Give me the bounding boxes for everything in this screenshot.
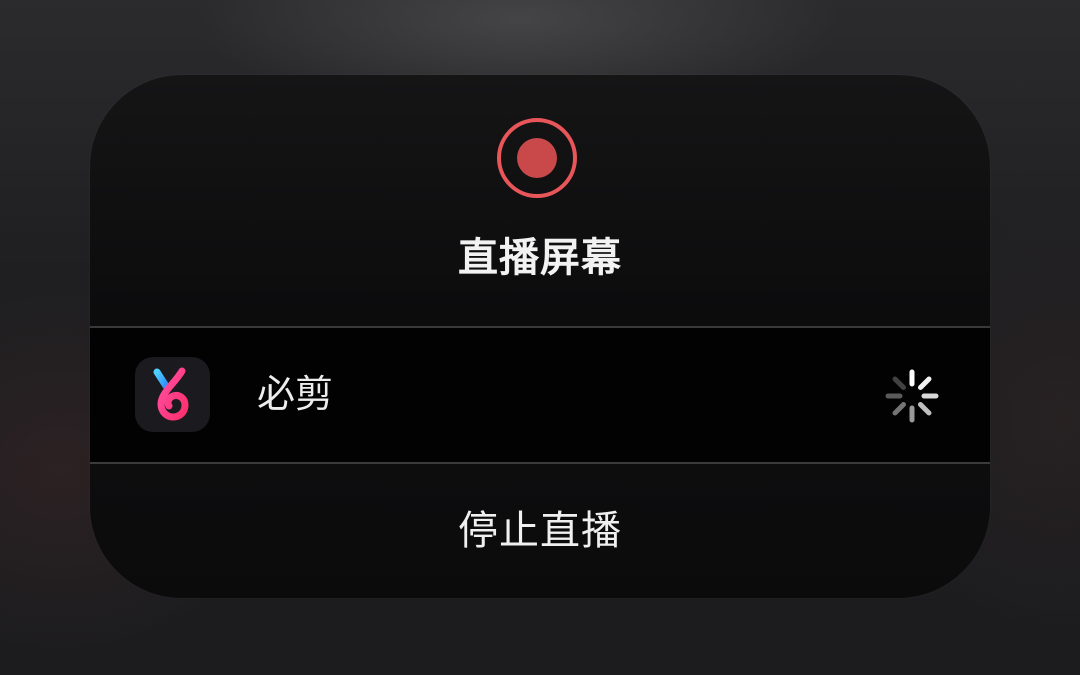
broadcast-app-row[interactable]: 必剪 — [90, 328, 990, 462]
loading-spinner-icon — [882, 366, 942, 426]
record-dot — [517, 138, 557, 178]
panel-title: 直播屏幕 — [458, 235, 622, 281]
bijian-app-icon — [135, 357, 210, 432]
stop-broadcast-button[interactable]: 停止直播 — [90, 464, 990, 598]
app-name: 必剪 — [257, 372, 334, 416]
record-icon — [497, 118, 577, 198]
screen-broadcast-panel: 直播屏幕 必剪 停止直播 — [90, 75, 990, 598]
